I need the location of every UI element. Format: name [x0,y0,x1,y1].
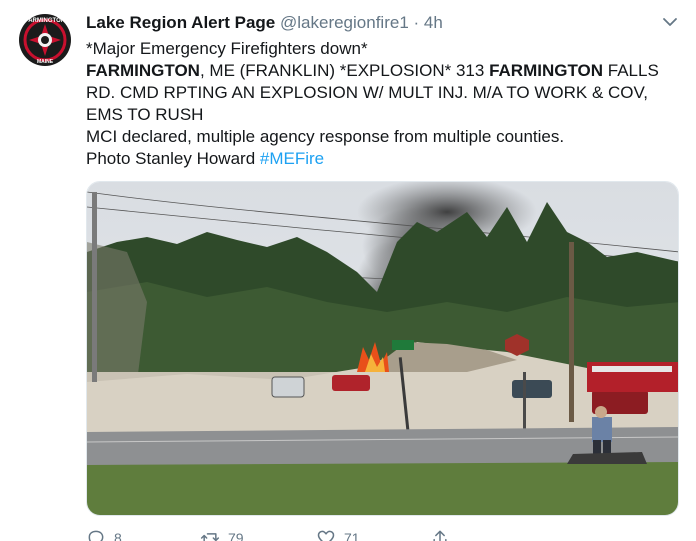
share-icon [433,530,447,541]
tweet-actions: 8 79 71 [86,528,686,541]
highlight-farmington-1: FARMINGTON [86,61,200,80]
reply-button[interactable]: 8 [86,528,122,541]
hashtag-link[interactable]: #MEFire [260,149,324,168]
avatar[interactable]: FARMINGTON MAINE [16,11,74,69]
text-line-2-part-2: FALLS [603,61,659,80]
tweet-header: Lake Region Alert Page @lakeregionfire1 … [86,12,443,36]
display-name[interactable]: Lake Region Alert Page [86,13,275,32]
separator-dot: · [413,13,420,32]
timestamp[interactable]: 4h [424,13,443,32]
tweet-text: *Major Emergency Firefighters down* FARM… [86,38,686,170]
text-line-4: EMS TO RUSH [86,105,204,124]
retweet-icon [200,533,220,541]
retweet-count: 79 [228,530,244,541]
text-line-2-part-1: , ME (FRANKLIN) *EXPLOSION* 313 [199,61,490,80]
badge-top-text: FARMINGTON [25,18,65,24]
user-handle[interactable]: @lakeregionfire1 [280,13,409,32]
text-line-5: MCI declared, multiple agency response f… [86,127,565,146]
text-line-2: FARMINGTON, ME (FRANKLIN) *EXPLOSION* 31… [86,60,686,82]
chevron-down-icon[interactable] [662,14,678,30]
tweet-photo[interactable] [86,181,679,516]
fire-department-badge: FARMINGTON MAINE [16,11,74,69]
text-line-3: RD. CMD RPTING AN EXPLOSION W/ MULT INJ.… [86,83,649,102]
retweet-button[interactable]: 79 [200,528,244,541]
like-icon [317,530,335,541]
text-line-6: Photo Stanley Howard #MEFire [86,148,686,170]
photo-credit: Photo Stanley Howard [86,149,260,168]
like-button[interactable]: 71 [316,528,360,541]
reply-count: 8 [114,530,122,541]
badge-bottom-text: MAINE [37,59,54,65]
highlight-farmington-2: FARMINGTON [489,61,604,80]
reply-icon [88,530,104,541]
share-button[interactable] [430,528,458,541]
like-count: 71 [344,530,360,541]
tweet[interactable]: FARMINGTON MAINE Lake Region Alert Page … [0,0,696,541]
text-line-1: *Major Emergency Firefighters down* [86,39,368,58]
explosion-scene-photo [87,182,678,515]
